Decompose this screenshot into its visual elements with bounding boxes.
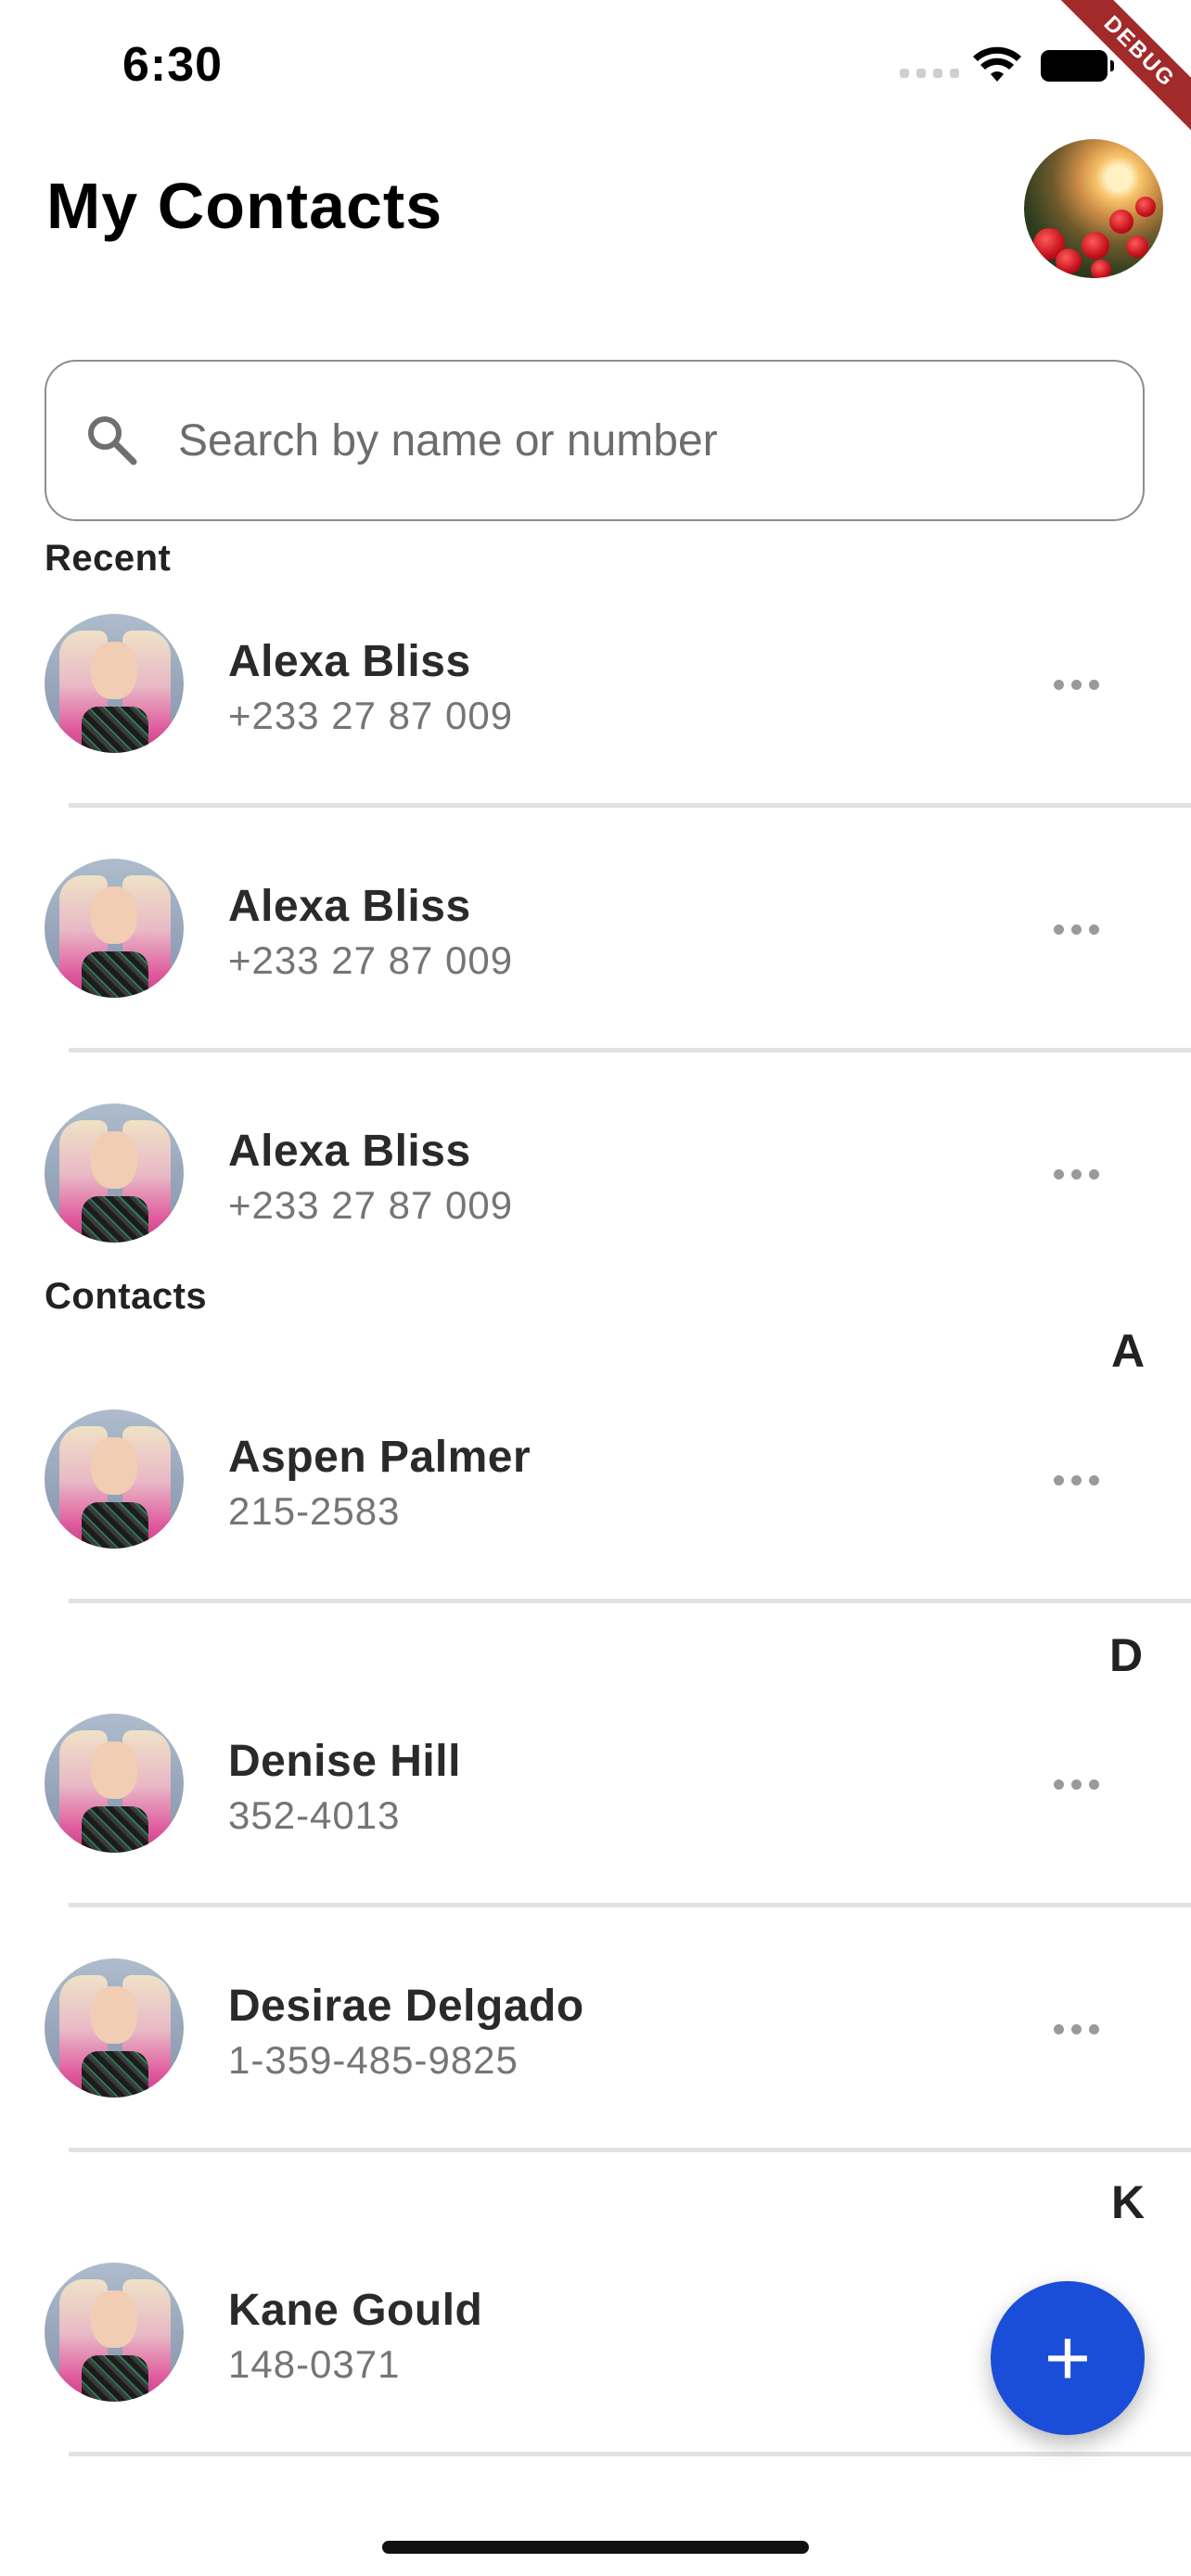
contact-avatar [45,614,184,753]
status-time: 6:30 [122,38,224,92]
search-icon [88,416,137,465]
contact-phone: 1-359-485-9825 [228,2038,519,2082]
more-options-icon[interactable] [1054,1157,1106,1191]
contact-phone: 148-0371 [228,2342,401,2386]
contact-avatar [45,859,184,998]
home-indicator [382,2541,809,2554]
contact-phone: +233 27 87 009 [228,1183,514,1227]
divider [69,1903,1191,1907]
divider [69,1599,1191,1603]
wifi-icon [973,46,1021,82]
cellular-signal-icon [900,69,959,78]
contact-phone: 352-4013 [228,1793,401,1837]
contact-row[interactable]: Aspen Palmer 215-2583 [0,1409,1191,1549]
section-label-contacts: Contacts [45,1276,208,1317]
contact-avatar [45,1103,184,1243]
contact-name: Denise Hill [228,1737,461,1786]
divider [69,1048,1191,1052]
contact-phone: +233 27 87 009 [228,938,514,982]
recent-contact-row[interactable]: Alexa Bliss +233 27 87 009 [0,614,1191,753]
contact-avatar [45,1958,184,2098]
divider [69,803,1191,808]
alphabet-header-k: K [1111,2176,1146,2228]
contact-name: Kane Gould [228,2286,483,2335]
contact-row[interactable]: Desirae Delgado 1-359-485-9825 [0,1958,1191,2098]
contact-name: Aspen Palmer [228,1433,531,1482]
alphabet-header-d: D [1109,1629,1144,1681]
alphabet-header-a: A [1111,1325,1146,1377]
more-options-icon[interactable] [1054,1767,1106,1801]
divider [69,2452,1191,2456]
section-label-recent: Recent [45,538,172,579]
more-options-icon[interactable] [1054,668,1106,701]
recent-contact-row[interactable]: Alexa Bliss +233 27 87 009 [0,1103,1191,1243]
battery-icon [1041,50,1114,82]
divider [69,2148,1191,2152]
page-title: My Contacts [46,170,443,242]
contact-phone: +233 27 87 009 [228,694,514,737]
contact-name: Desirae Delgado [228,1982,584,2031]
more-options-icon[interactable] [1054,2012,1106,2046]
contact-avatar [45,2263,184,2402]
recent-contact-row[interactable]: Alexa Bliss +233 27 87 009 [0,859,1191,998]
contact-name: Alexa Bliss [228,882,471,931]
contact-phone: 215-2583 [228,1489,401,1533]
search-input[interactable] [178,399,1087,482]
contact-row[interactable]: Denise Hill 352-4013 [0,1714,1191,1853]
contact-name: Alexa Bliss [228,637,471,686]
more-options-icon[interactable] [1054,1463,1106,1497]
add-contact-button[interactable]: + [991,2281,1145,2435]
profile-avatar[interactable] [1024,139,1163,278]
contact-avatar [45,1409,184,1549]
contact-avatar [45,1714,184,1853]
more-options-icon[interactable] [1054,912,1106,946]
contact-name: Alexa Bliss [228,1127,471,1176]
